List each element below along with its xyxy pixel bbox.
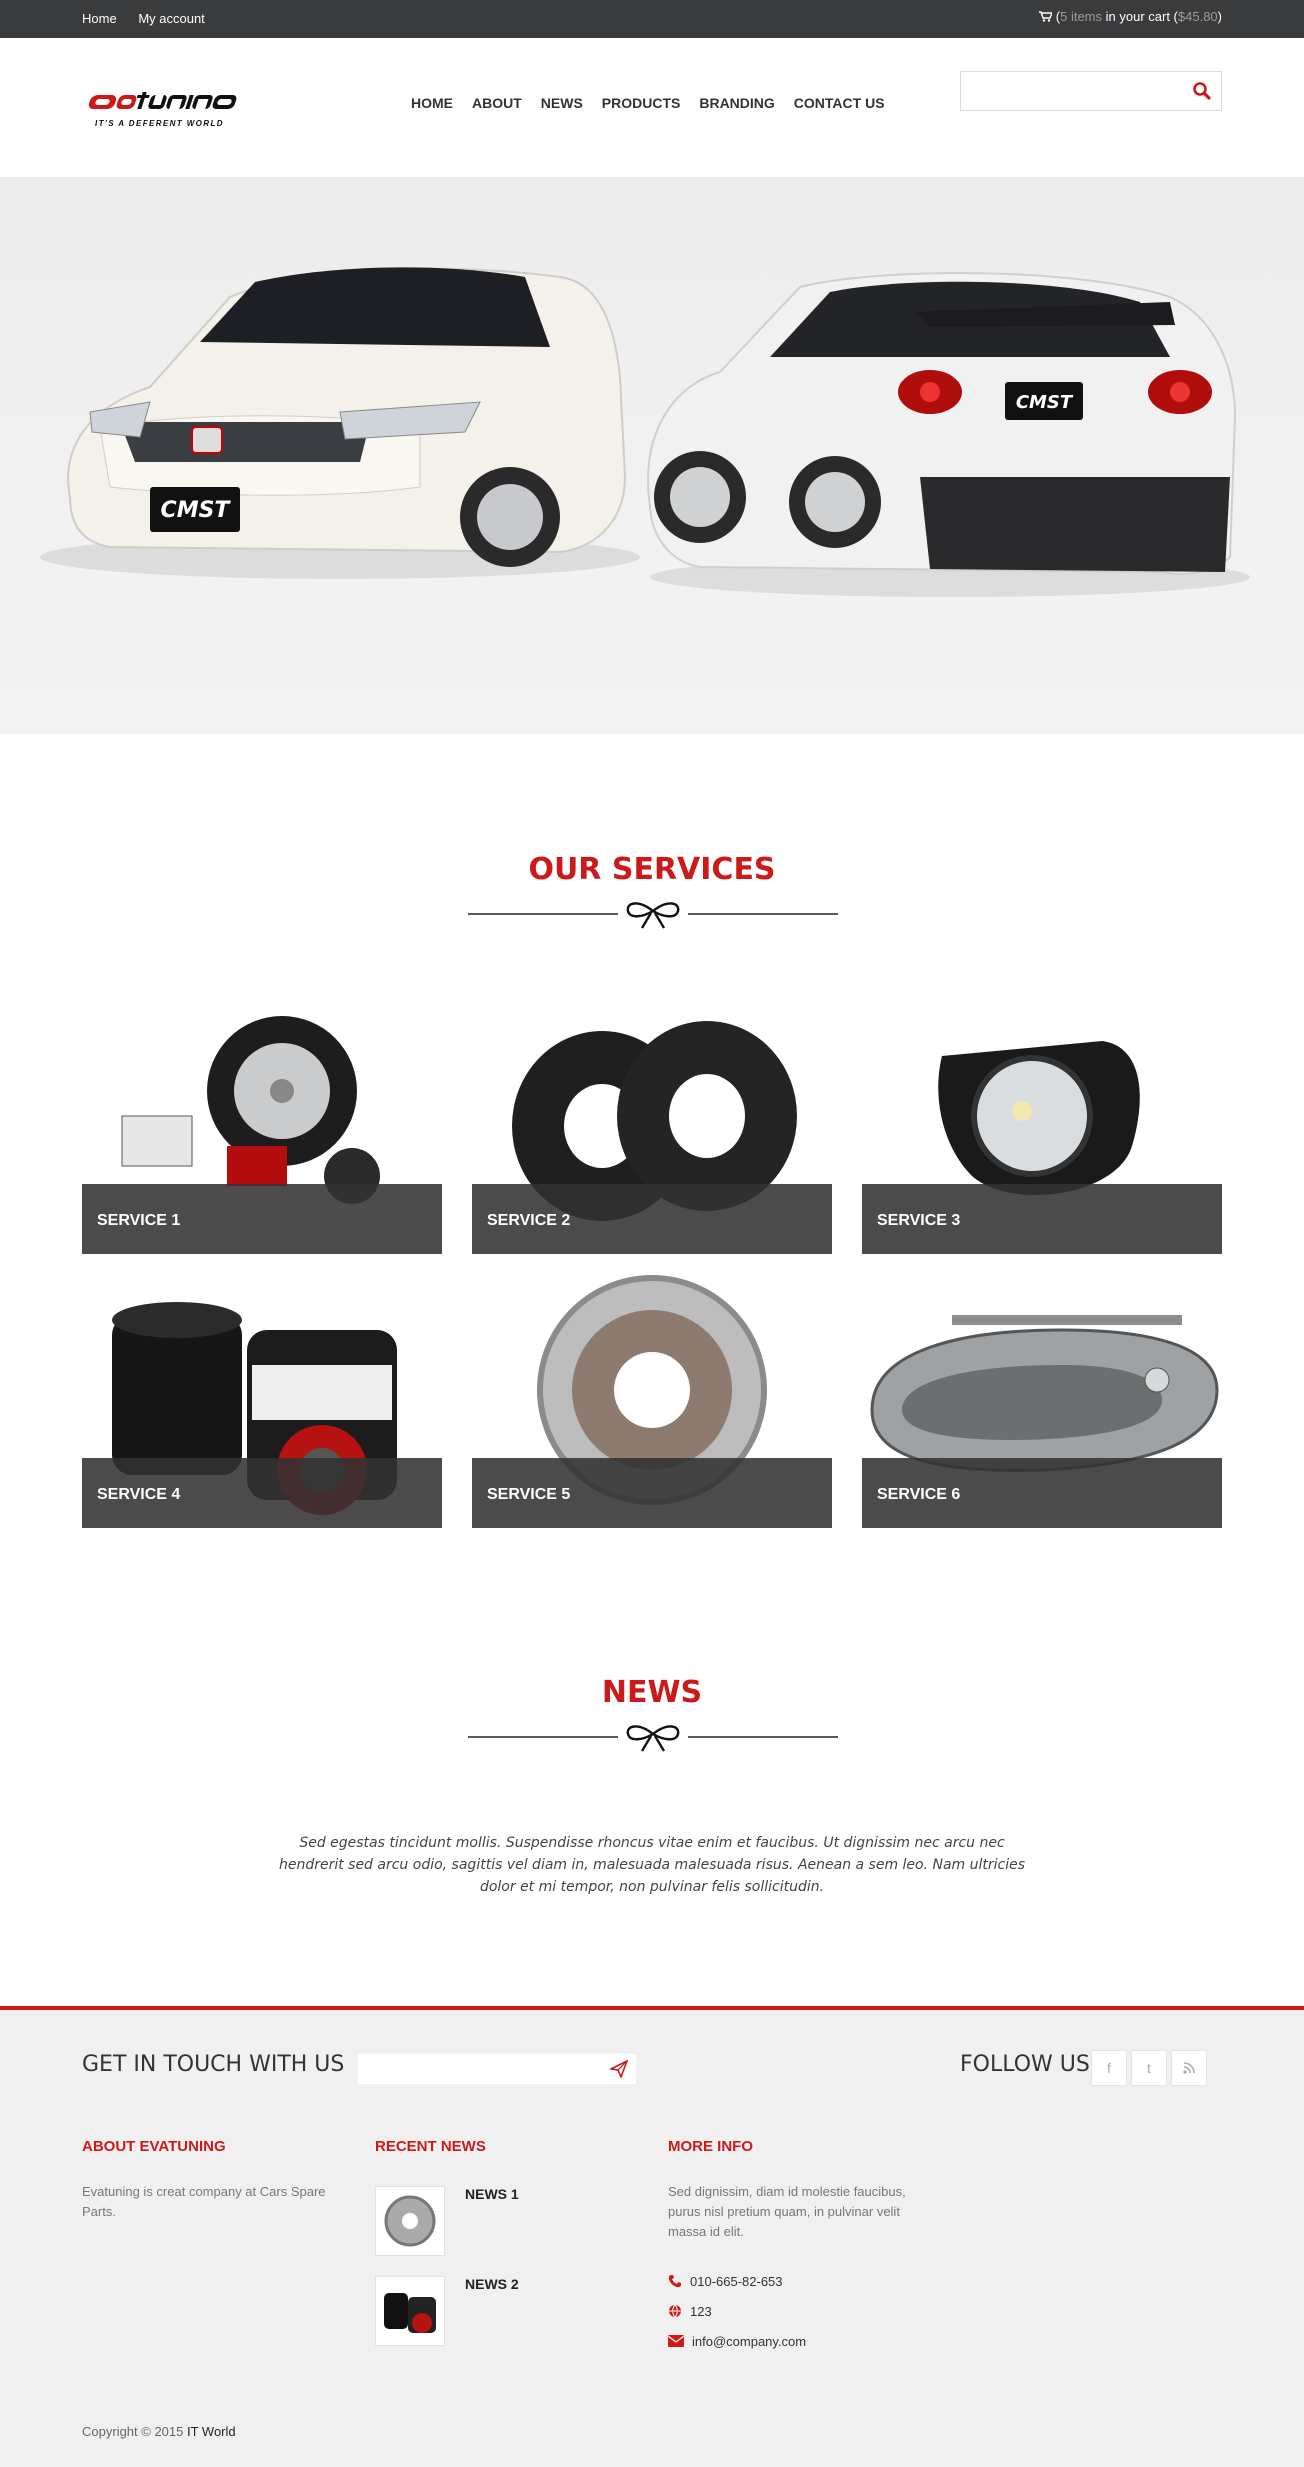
facebook-icon[interactable]: f — [1091, 2050, 1127, 2086]
top-link-home[interactable]: Home — [82, 11, 117, 26]
copyright-owner[interactable]: IT World — [187, 2424, 236, 2439]
web-value: 123 — [690, 2304, 712, 2319]
service-label: SERVICE 3 — [862, 1184, 1222, 1254]
search-icon[interactable] — [1191, 80, 1213, 102]
bow-ornament-icon — [468, 1725, 838, 1752]
phone-icon — [668, 2275, 681, 2288]
newsletter-input[interactable] — [358, 2054, 598, 2084]
send-icon[interactable] — [610, 2060, 628, 2078]
rss-icon[interactable] — [1171, 2050, 1207, 2086]
newsletter-box — [358, 2054, 636, 2084]
main-nav: HOME ABOUT NEWS PRODUCTS BRANDING CONTAC… — [411, 95, 904, 111]
hero-banner: CMST CMST — [0, 177, 1304, 734]
top-links: Home My account — [82, 11, 223, 26]
service-card-1[interactable]: SERVICE 1 — [82, 996, 442, 1254]
news-text: Sed egestas tincidunt mollis. Suspendiss… — [278, 1835, 1026, 1895]
logo-tagline: IT'S A DEFERENT WORLD — [95, 119, 224, 128]
service-card-6[interactable]: SERVICE 6 — [862, 1270, 1222, 1528]
copyright-text: Copyright © 2015 — [82, 2424, 187, 2439]
phone-number[interactable]: 010-665-82-653 — [690, 2274, 783, 2289]
footer: GET IN TOUCH WITH US FOLLOW US: f t ABOU… — [0, 2006, 1304, 2467]
search-input[interactable] — [961, 72, 1181, 110]
globe-icon — [669, 2304, 681, 2318]
nav-news[interactable]: NEWS — [541, 95, 583, 111]
nav-about[interactable]: ABOUT — [472, 95, 522, 111]
service-card-4[interactable]: SERVICE 4 — [82, 1270, 442, 1528]
about-title: ABOUT EVATUNING — [82, 2138, 226, 2155]
site-logo[interactable]: IT'S A DEFERENT WORLD — [82, 82, 262, 134]
service-label: SERVICE 4 — [82, 1458, 442, 1528]
hero-plate-front: CMST — [161, 498, 232, 523]
search-box — [960, 71, 1222, 111]
cart-summary[interactable]: (5 items in your cart ($45.80) — [1039, 9, 1222, 24]
hero-cars-image: CMST CMST — [40, 267, 1250, 597]
email-link[interactable]: info@company.com — [692, 2334, 806, 2349]
nav-contact-us[interactable]: CONTACT US — [794, 95, 885, 111]
news-1-link[interactable]: NEWS 1 — [465, 2186, 519, 2202]
service-card-2[interactable]: SERVICE 2 — [472, 996, 832, 1254]
header: IT'S A DEFERENT WORLD HOME ABOUT NEWS PR… — [0, 38, 1304, 177]
nav-home[interactable]: HOME — [411, 95, 453, 111]
cart-label: in your cart — [1102, 9, 1174, 24]
phone-row: 010-665-82-653 — [668, 2274, 783, 2289]
email-row: info@company.com — [667, 2334, 806, 2349]
cart-icon — [1039, 11, 1054, 22]
services-title: OUR SERVICES — [528, 852, 776, 887]
news-title: NEWS — [601, 1675, 703, 1710]
service-label: SERVICE 1 — [82, 1184, 442, 1254]
cart-items: 5 items — [1060, 9, 1103, 24]
cart-total: $45.80 — [1177, 9, 1218, 24]
recent-news-title: RECENT NEWS — [375, 2138, 486, 2155]
service-card-3[interactable]: SERVICE 3 — [862, 996, 1222, 1254]
more-info-text: Sed dignissim, diam id molestie faucibus… — [668, 2184, 906, 2239]
twitter-icon[interactable]: t — [1131, 2050, 1167, 2086]
nav-branding[interactable]: BRANDING — [699, 95, 774, 111]
service-label: SERVICE 2 — [472, 1184, 832, 1254]
top-link-my-account[interactable]: My account — [138, 11, 204, 26]
about-text: Evatuning is creat company at Cars Spare… — [82, 2184, 326, 2219]
web-row: 123 — [668, 2304, 712, 2319]
bow-ornament-icon — [468, 902, 838, 929]
top-bar: Home My account (5 items in your cart ($… — [0, 0, 1304, 38]
news-2-link[interactable]: NEWS 2 — [465, 2276, 519, 2292]
service-label: SERVICE 6 — [862, 1458, 1222, 1528]
news-2-thumb[interactable] — [375, 2276, 445, 2346]
envelope-icon — [667, 2335, 685, 2347]
hero-plate-rear: CMST — [1016, 392, 1074, 413]
get-in-touch-heading: GET IN TOUCH WITH US — [82, 2052, 345, 2077]
more-info-title: MORE INFO — [668, 2138, 753, 2155]
service-card-5[interactable]: SERVICE 5 — [472, 1270, 832, 1528]
follow-us-heading: FOLLOW US: — [960, 2052, 1098, 2077]
copyright: Copyright © 2015 IT World — [82, 2424, 236, 2439]
news-1-thumb[interactable] — [375, 2186, 445, 2256]
nav-products[interactable]: PRODUCTS — [602, 95, 681, 111]
service-label: SERVICE 5 — [472, 1458, 832, 1528]
